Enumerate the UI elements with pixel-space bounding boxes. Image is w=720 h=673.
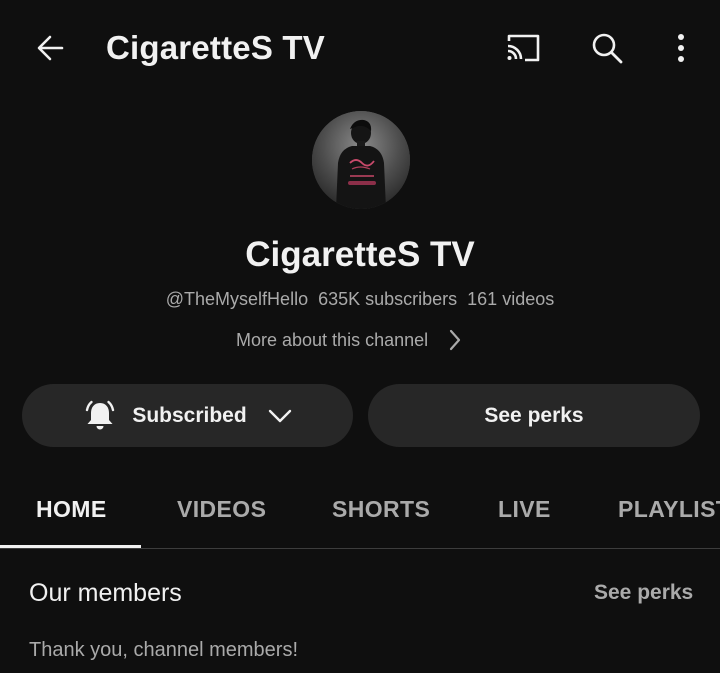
chevron-down-icon: [267, 408, 293, 424]
top-app-bar: CigaretteS TV: [0, 0, 720, 96]
channel-name: CigaretteS TV: [245, 235, 475, 274]
search-button[interactable]: [583, 24, 631, 72]
tabs-divider: [0, 548, 720, 549]
tab-live[interactable]: LIVE: [498, 494, 551, 524]
search-icon: [592, 33, 623, 64]
tab-videos[interactable]: VIDEOS: [177, 494, 266, 524]
arrow-left-icon: [37, 35, 64, 61]
channel-meta: @TheMyselfHello 635K subscribers 161 video…: [0, 286, 720, 312]
tab-playlists[interactable]: PLAYLISTS: [618, 494, 720, 524]
person-silhouette-icon: [312, 111, 410, 209]
bell-icon: [82, 398, 118, 434]
subscribed-button[interactable]: Subscribed: [22, 384, 353, 447]
cast-icon: [507, 34, 540, 62]
cast-button[interactable]: [499, 24, 547, 72]
members-subtitle: Thank you, channel members!: [29, 639, 299, 661]
channel-handle: @TheMyselfHello: [165, 289, 309, 309]
subscribed-label: Subscribed: [132, 403, 247, 427]
members-section-title: Our members: [29, 579, 182, 607]
video-count: 161 videos: [467, 289, 555, 309]
more-vertical-icon: [678, 34, 684, 62]
more-about-channel-link[interactable]: More about this channel: [236, 322, 462, 358]
back-button[interactable]: [26, 24, 74, 72]
see-perks-label: See perks: [484, 403, 584, 427]
chevron-right-icon: [448, 328, 462, 352]
channel-avatar[interactable]: [312, 111, 410, 209]
tab-shorts[interactable]: SHORTS: [332, 494, 430, 524]
tab-home[interactable]: HOME: [36, 494, 107, 524]
page-title: CigaretteS TV: [106, 29, 325, 66]
members-see-perks-link[interactable]: See perks: [594, 578, 693, 608]
channel-tabs: HOME VIDEOS SHORTS LIVE PLAYLISTS: [0, 470, 720, 548]
more-about-label: More about this channel: [236, 329, 429, 350]
more-options-button[interactable]: [657, 24, 705, 72]
subscriber-count: 635K subscribers: [318, 289, 458, 309]
see-perks-button[interactable]: See perks: [368, 384, 700, 447]
